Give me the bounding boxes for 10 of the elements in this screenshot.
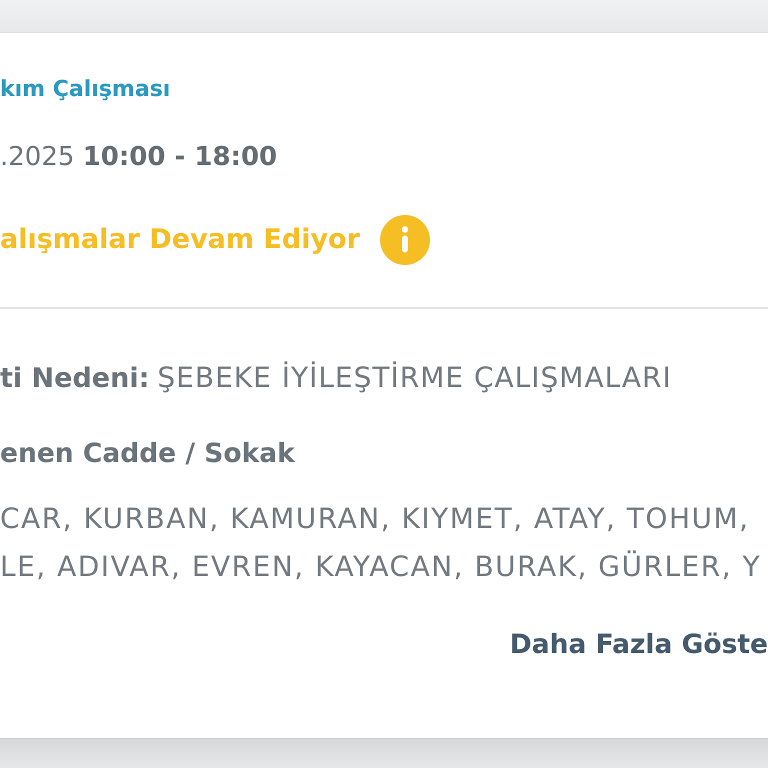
info-icon[interactable] xyxy=(380,215,430,265)
reason-label: ti Nedeni: xyxy=(0,362,150,396)
street-list-line: LE, ADIVAR, EVREN, KAYACAN, BURAK, GÜRLER, Y xyxy=(0,549,762,585)
reason-value: ŞEBEKE İYİLEŞTİRME ÇALIŞMALARI xyxy=(157,361,672,395)
card-title: kım Çalışması xyxy=(0,76,170,104)
show-more-link[interactable]: Daha Fazla Göste xyxy=(510,628,768,662)
schedule-text: .2025 10:00 - 18:00 xyxy=(0,141,278,174)
street-list-line: CAR, KURBAN, KAMURAN, KIYMET, ATAY, TOHUM, xyxy=(0,501,751,537)
status-text: alışmalar Devam Ediyor xyxy=(0,223,360,257)
streets-heading: enen Cadde / Sokak xyxy=(0,437,295,471)
